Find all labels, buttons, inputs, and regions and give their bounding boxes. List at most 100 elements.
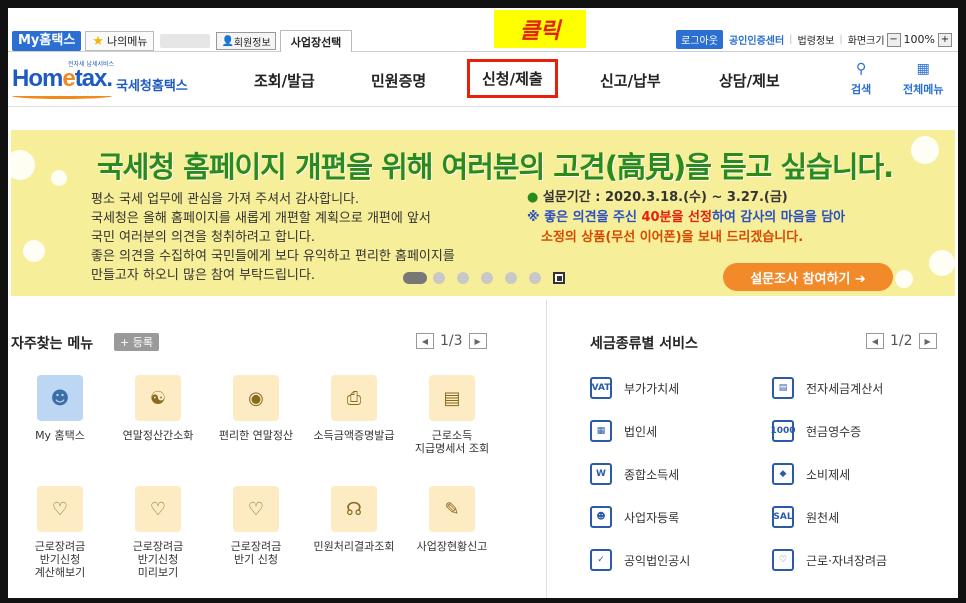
next-page-button[interactable]: ▶ xyxy=(468,333,487,349)
blossom-decoration xyxy=(895,270,913,288)
carousel-dot[interactable] xyxy=(529,272,541,284)
headset-icon: ☊ xyxy=(331,486,377,532)
search-icon: ⚲ xyxy=(855,61,867,77)
tax-corporate[interactable]: ▦ 법인세 xyxy=(590,420,657,442)
zoom-out-button[interactable]: − xyxy=(886,32,901,47)
fav-civil-result[interactable]: ☊ 민원처리결과조회 xyxy=(309,486,399,553)
blossom-decoration xyxy=(11,150,35,180)
carousel-dot[interactable] xyxy=(433,272,445,284)
printer-icon: ⎙ xyxy=(331,375,377,421)
nav-item-report[interactable]: 신고/납부 xyxy=(600,70,661,91)
tax-consumption[interactable]: ◆ 소비제세 xyxy=(772,463,850,485)
my-menu-label: 나의메뉴 xyxy=(106,35,148,48)
favorites-pager: ◀ 1/3 ▶ xyxy=(416,333,487,349)
logo-wordmark: Hometax. xyxy=(12,65,113,92)
business-select-tab[interactable]: 사업장선택 xyxy=(279,30,353,52)
tax-e-invoice[interactable]: ▤ 전자세금계산서 xyxy=(772,377,883,399)
heart-pen-icon: ♡ xyxy=(233,486,279,532)
tax-eitc-child[interactable]: ♡ 근로·자녀장려금 xyxy=(772,549,887,571)
cert-center-link[interactable]: 공인인증센터 xyxy=(729,32,784,47)
my-hometax-tab[interactable]: My홈택스 xyxy=(12,31,82,51)
carousel-indicators xyxy=(403,272,565,284)
invoice-icon: ▤ xyxy=(772,377,794,399)
member-info-button[interactable]: 👤 회원정보 xyxy=(216,32,276,50)
tax-vat[interactable]: VAT 부가가치세 xyxy=(590,377,679,399)
person-icon: 👤 xyxy=(221,35,234,47)
fav-eitc-calc[interactable]: ♡ 근로장려금 반기신청 계산해보기 xyxy=(15,486,105,579)
grid-icon: ▦ xyxy=(916,61,930,77)
heart-search-icon: ♡ xyxy=(135,486,181,532)
money-bag-icon: W xyxy=(590,463,612,485)
person-icon: ☻ xyxy=(37,375,83,421)
member-info-label: 회원정보 xyxy=(233,37,271,49)
nav-item-inquiry[interactable]: 조회/발급 xyxy=(254,70,315,91)
utility-bar: My홈택스 ★ 나의메뉴 👤 회원정보 사업장선택 로그아웃 공인인증센터 | … xyxy=(8,28,958,52)
banner-details: ● 설문기간 : 2020.3.18.(수) ~ 3.27.(금) ※ 좋은 의… xyxy=(527,190,846,245)
separator: | xyxy=(839,34,843,45)
prev-page-button[interactable]: ◀ xyxy=(416,333,434,349)
survey-participate-button[interactable]: 설문조사 참여하기 ➔ xyxy=(723,263,893,291)
survey-period: 설문기간 : 2020.3.18.(수) ~ 3.27.(금) xyxy=(542,190,788,205)
fav-biz-status-report[interactable]: ✎ 사업장현황신고 xyxy=(407,486,497,553)
money-bag-icon: ☯ xyxy=(135,375,181,421)
banner-title: 국세청 홈페이지 개편을 위해 여러분의 고견(高見)을 듣고 싶습니다. xyxy=(97,150,894,184)
carousel-dot[interactable] xyxy=(505,272,517,284)
panel-divider xyxy=(546,300,547,598)
tax-public-corp-disclosure[interactable]: ✓ 공익법인공시 xyxy=(590,549,690,571)
tax-withholding[interactable]: SAL 원천세 xyxy=(772,506,839,528)
logout-button[interactable]: 로그아웃 xyxy=(676,30,723,49)
fav-income-cert[interactable]: ⎙ 소득금액증명발급 xyxy=(309,375,399,442)
blossom-decoration xyxy=(911,136,939,164)
tax-biz-registration[interactable]: ☻ 사업자등록 xyxy=(590,506,679,528)
fav-year-end-simple[interactable]: ☯ 연말정산간소화 xyxy=(113,375,203,442)
clipboard-check-icon: ✓ xyxy=(590,549,612,571)
logo-subtitle: 국세청홈택스 xyxy=(116,79,188,94)
building-icon: ▦ xyxy=(590,420,612,442)
search-label: 검색 xyxy=(851,83,872,96)
diamond-icon: ◆ xyxy=(772,463,794,485)
tax-service-title: 세금종류별 서비스 xyxy=(590,336,698,352)
heart-hand-icon: ♡ xyxy=(37,486,83,532)
logo-arc xyxy=(12,93,112,99)
nav-item-consult[interactable]: 상담/제보 xyxy=(719,70,780,91)
zoom-in-button[interactable]: + xyxy=(938,32,952,47)
favorites-page: 1/3 xyxy=(440,333,463,349)
carousel-dot[interactable] xyxy=(457,272,469,284)
carousel-dot-active[interactable] xyxy=(403,272,427,284)
tax-cash-receipt[interactable]: 1000 현금영수증 xyxy=(770,420,861,442)
law-info-link[interactable]: 법령정보 xyxy=(798,32,835,47)
fav-my-hometax[interactable]: ☻ My 홈택스 xyxy=(15,375,105,442)
register-favorite-button[interactable]: + 등록 xyxy=(114,333,159,351)
vat-icon: VAT xyxy=(590,377,612,399)
hometax-page: My홈택스 ★ 나의메뉴 👤 회원정보 사업장선택 로그아웃 공인인증센터 | … xyxy=(8,8,958,598)
fav-earned-income-statement[interactable]: ▤ 근로소득 지급명세서 조회 xyxy=(407,375,497,455)
fav-eitc-preview[interactable]: ♡ 근로장려금 반기신청 미리보기 xyxy=(113,486,203,579)
hometax-logo[interactable]: 전자세 납세서비스 Hometax. 국세청홈택스 xyxy=(12,59,192,99)
next-page-button[interactable]: ▶ xyxy=(918,333,937,349)
search-button[interactable]: ⚲ 검색 xyxy=(851,61,871,97)
nav-item-apply[interactable]: 신청/제출 xyxy=(467,59,558,98)
favorites-title: 자주찾는 메뉴 xyxy=(11,336,94,352)
carousel-dot[interactable] xyxy=(481,272,493,284)
heart-icon: ♡ xyxy=(772,549,794,571)
my-menu-tab[interactable]: ★ 나의메뉴 xyxy=(85,31,155,51)
nav-item-civil[interactable]: 민원증명 xyxy=(371,70,426,91)
carousel-stop-button[interactable] xyxy=(553,272,565,284)
click-annotation: 클릭 xyxy=(494,10,586,48)
prev-page-button[interactable]: ◀ xyxy=(866,333,884,349)
star-icon: ★ xyxy=(92,33,104,49)
person-icon: ☻ xyxy=(590,506,612,528)
fav-easy-year-end[interactable]: ◉ 편리한 연말정산 xyxy=(211,375,301,442)
survey-banner[interactable]: 국세청 홈페이지 개편을 위해 여러분의 고견(高見)을 듣고 싶습니다. 평소… xyxy=(11,130,955,296)
blossom-decoration xyxy=(51,170,67,186)
main-nav: 전자세 납세서비스 Hometax. 국세청홈택스 조회/발급 민원증명 신청/… xyxy=(8,53,958,107)
cash-icon: 1000 xyxy=(770,420,796,442)
salary-doc-icon: SAL xyxy=(772,506,794,528)
tax-income[interactable]: W 종합소득세 xyxy=(590,463,679,485)
blossom-decoration xyxy=(929,250,955,276)
tax-service-page: 1/2 xyxy=(890,333,913,349)
zoom-control: − 100% + xyxy=(886,32,952,47)
all-menu-button[interactable]: ▦ 전체메뉴 xyxy=(903,61,943,97)
fav-eitc-apply[interactable]: ♡ 근로장려금 반기 신청 xyxy=(211,486,301,566)
document-pen-icon: ✎ xyxy=(429,486,475,532)
